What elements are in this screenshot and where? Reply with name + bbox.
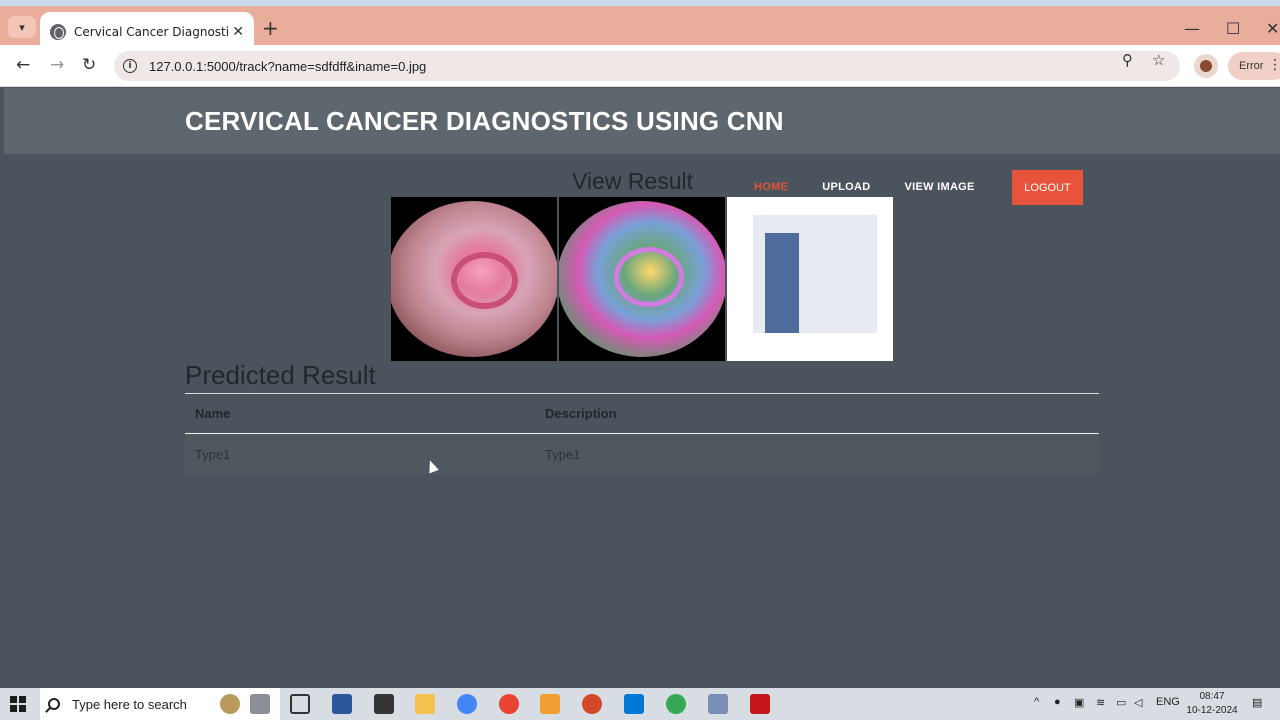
app-icon[interactable] — [708, 694, 728, 714]
clock[interactable]: 08:47 10-12-2024 — [1184, 690, 1240, 718]
result-table: Name Description Type1 Type1 — [185, 393, 1099, 474]
new-tab-button[interactable]: + — [262, 18, 279, 38]
tray-chevron-icon[interactable]: ^ — [1034, 696, 1039, 708]
site-title: CERVICAL CANCER DIAGNOSTICS USING CNN — [185, 106, 784, 136]
chrome-profile-icon[interactable] — [499, 694, 519, 714]
taskbar: Type here to search ^ ● ▣ ≋ ▭ ◁ ENG 08:4… — [0, 688, 1280, 720]
address-bar[interactable]: i 127.0.0.1:5000/track?name=sdfdff&iname… — [114, 51, 1180, 81]
url-text[interactable]: 127.0.0.1:5000/track?name=sdfdff&iname=0… — [149, 59, 426, 74]
profile-avatar[interactable] — [1194, 54, 1218, 78]
chrome-alt-icon[interactable] — [666, 694, 686, 714]
site-header: CERVICAL CANCER DIAGNOSTICS USING CNN — [4, 88, 1280, 154]
chrome-icon[interactable] — [457, 694, 477, 714]
predicted-result-heading: Predicted Result — [185, 360, 376, 390]
news-widget-icon[interactable] — [220, 694, 240, 714]
back-button[interactable]: ← — [16, 55, 30, 75]
zoom-icon[interactable]: ⚲ — [1122, 51, 1133, 69]
prediction-chart-image — [727, 197, 893, 361]
nav-home[interactable]: HOME — [754, 181, 788, 193]
task-view-icon[interactable] — [290, 694, 310, 714]
logout-button[interactable]: LOGOUT — [1012, 170, 1083, 205]
clock-time: 08:47 — [1199, 691, 1225, 702]
table-header: Name Description — [185, 393, 1099, 434]
globe-icon — [50, 23, 66, 40]
maximize-button[interactable]: ☐ — [1226, 19, 1240, 38]
column-header-name: Name — [195, 406, 231, 421]
close-tab-icon[interactable]: ✕ — [232, 24, 244, 40]
table-cell-name: Type1 — [195, 446, 231, 462]
result-images — [391, 197, 895, 361]
site-info-icon[interactable]: i — [123, 59, 137, 73]
browser-toolbar: ← → ↻ i 127.0.0.1:5000/track?name=sdfdff… — [0, 45, 1280, 87]
notifications-icon[interactable]: ▤ — [1252, 696, 1262, 709]
reload-button[interactable]: ↻ — [82, 55, 96, 75]
battery-icon[interactable]: ▭ — [1116, 696, 1126, 709]
table-cell-description: Type1 — [545, 446, 581, 462]
powerpoint-icon[interactable] — [582, 694, 602, 714]
word-icon[interactable] — [332, 694, 352, 714]
nav-view-image[interactable]: VIEW IMAGE — [904, 181, 974, 193]
chart-bar — [765, 233, 799, 333]
column-header-description: Description — [545, 406, 617, 421]
nav-upload[interactable]: UPLOAD — [822, 181, 870, 193]
sticky-notes-icon[interactable] — [540, 694, 560, 714]
language-indicator[interactable]: ENG — [1156, 696, 1180, 708]
acrobat-icon[interactable] — [750, 694, 770, 714]
volume-icon[interactable]: ◁ — [1134, 696, 1142, 709]
tab-search-button[interactable]: ▾ — [8, 16, 36, 38]
file-explorer-icon[interactable] — [415, 694, 435, 714]
forward-button[interactable]: → — [50, 55, 64, 75]
terminal-icon[interactable] — [374, 694, 394, 714]
minimize-button[interactable]: — — [1184, 19, 1200, 38]
display-icon[interactable]: ▣ — [1074, 696, 1084, 709]
view-result-heading: View Result — [572, 168, 694, 194]
microphone-icon[interactable]: ● — [1054, 696, 1061, 708]
clock-date: 10-12-2024 — [1186, 705, 1238, 716]
browser-tab-bar: ▾ Cervical Cancer Diagnostics Usi ✕ + — … — [0, 0, 1280, 51]
wifi-icon[interactable]: ≋ — [1096, 696, 1105, 709]
original-cervix-image — [391, 197, 557, 361]
web-page: CERVICAL CANCER DIAGNOSTICS USING CNN Vi… — [4, 88, 1280, 688]
tab-title: Cervical Cancer Diagnostics Usi — [74, 24, 230, 39]
bookmark-star-icon[interactable]: ☆ — [1152, 51, 1165, 69]
menu-dots-icon[interactable]: ⋮ — [1268, 57, 1280, 73]
laptop-app-icon[interactable] — [250, 694, 270, 714]
taskbar-search-text: Type here to search — [72, 696, 187, 712]
vscode-icon[interactable] — [624, 694, 644, 714]
heatmap-cervix-image — [559, 197, 725, 361]
taskbar-search[interactable]: Type here to search — [40, 688, 280, 720]
search-icon — [48, 698, 60, 710]
windows-start-icon[interactable] — [10, 696, 26, 712]
table-row: Type1 Type1 — [185, 434, 1099, 474]
close-window-button[interactable]: ✕ — [1266, 19, 1279, 38]
